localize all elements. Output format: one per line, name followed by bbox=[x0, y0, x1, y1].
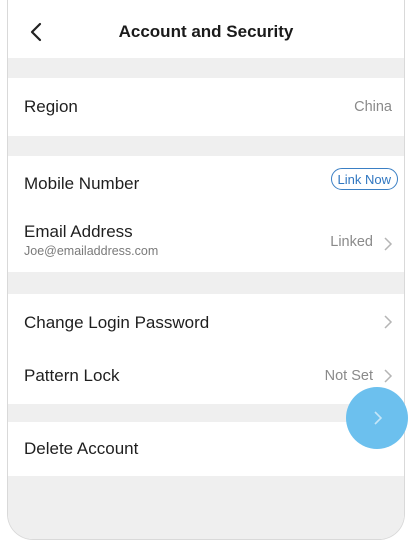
chevron-right-icon[interactable] bbox=[382, 236, 394, 252]
section-separator bbox=[8, 272, 404, 294]
section-separator bbox=[8, 136, 404, 156]
chevron-right-icon[interactable] bbox=[382, 368, 394, 384]
bottom-background bbox=[8, 476, 404, 539]
email-linked-status: Linked bbox=[330, 234, 373, 250]
email-address-value: Joe@emailaddress.com bbox=[24, 244, 159, 258]
pattern-lock-status: Not Set bbox=[324, 368, 373, 384]
email-address-label: Email Address bbox=[24, 222, 133, 241]
floating-action-button[interactable] bbox=[346, 387, 408, 449]
delete-account-label: Delete Account bbox=[24, 439, 139, 458]
screen: Account and Security Region China Mobile… bbox=[7, 0, 405, 540]
region-label: Region bbox=[24, 97, 78, 116]
section-separator bbox=[8, 58, 404, 78]
nav-bar: Account and Security bbox=[8, 0, 404, 58]
chevron-right-icon[interactable] bbox=[382, 314, 394, 330]
link-now-button[interactable]: Link Now bbox=[330, 168, 398, 190]
security-section: Change Login Password Pattern Lock Not S… bbox=[8, 294, 404, 404]
region-value: China bbox=[354, 99, 392, 115]
pattern-lock-label[interactable]: Pattern Lock bbox=[24, 366, 119, 386]
page-title: Account and Security bbox=[118, 22, 294, 41]
chevron-right-icon bbox=[374, 411, 383, 425]
change-password-label[interactable]: Change Login Password bbox=[24, 313, 209, 333]
region-row[interactable]: Region China bbox=[8, 78, 404, 136]
back-chevron-icon[interactable] bbox=[22, 18, 50, 46]
delete-account-row[interactable]: Delete Account bbox=[8, 422, 404, 476]
mobile-number-label: Mobile Number bbox=[24, 174, 140, 193]
section-separator bbox=[8, 404, 404, 422]
